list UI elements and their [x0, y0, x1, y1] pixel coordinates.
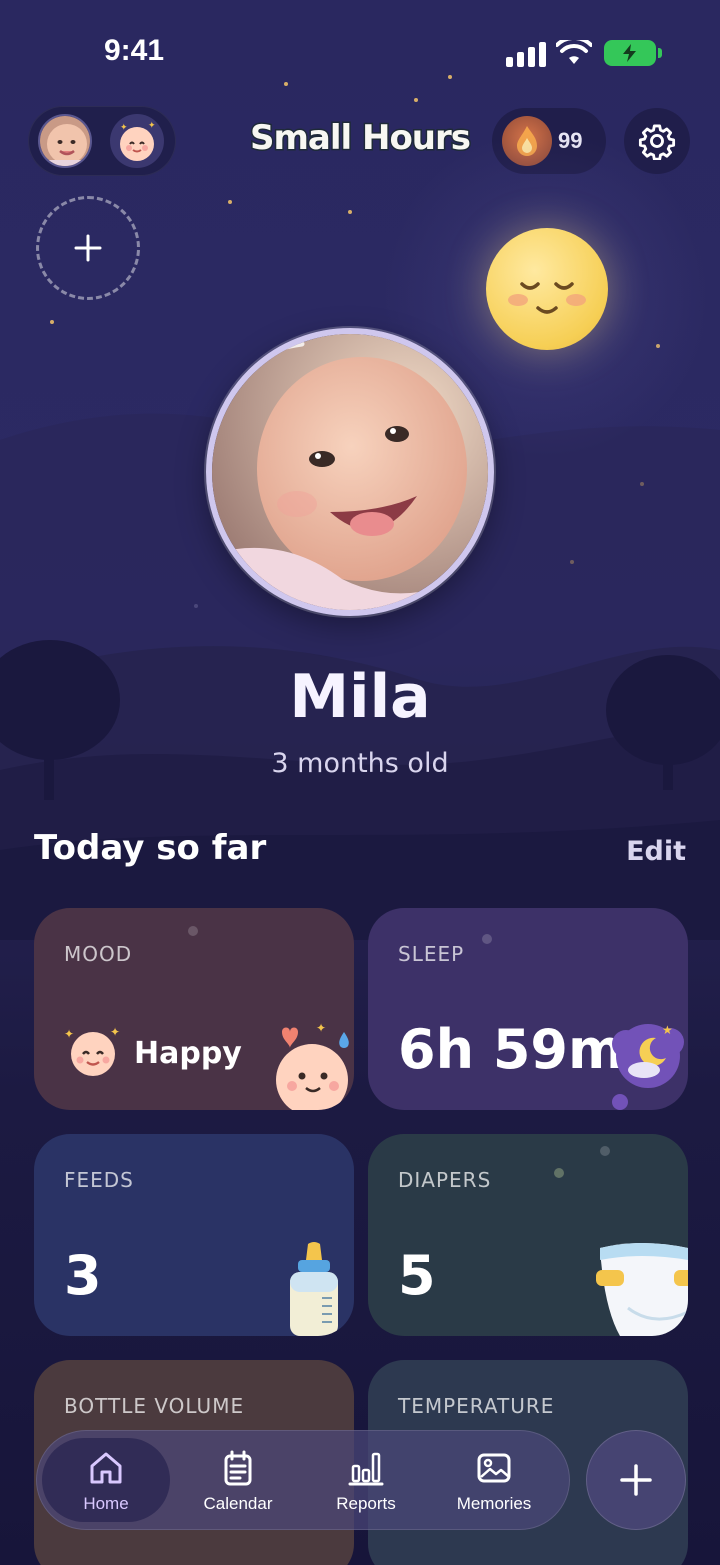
mood-value: Happy [134, 1036, 242, 1071]
bubble-decoration [188, 926, 198, 936]
home-icon [90, 1452, 122, 1484]
add-baby-button[interactable] [36, 196, 140, 300]
diapers-card[interactable]: DIAPERS 5 [368, 1134, 688, 1336]
sleep-card[interactable]: SLEEP 6h 59m ★ [368, 908, 688, 1110]
diapers-value: 5 [398, 1244, 436, 1307]
baby-age: 3 months old [271, 748, 449, 779]
card-label: DIAPERS [398, 1168, 492, 1192]
section-title: Today so far [34, 828, 267, 868]
svg-text:✦: ✦ [148, 121, 156, 131]
wifi-icon [556, 40, 592, 64]
svg-text:✦: ✦ [64, 1027, 74, 1041]
bubble-decoration [554, 1168, 564, 1178]
battery-icon [604, 40, 662, 66]
tab-calendar[interactable]: Calendar [174, 1438, 302, 1522]
sleeping-moon-icon [486, 228, 608, 350]
avatar-second-baby[interactable]: ✦ ✦ [110, 114, 164, 168]
card-label: BOTTLE VOLUME [64, 1394, 245, 1418]
svg-text:✦: ✦ [316, 1021, 326, 1035]
tab-home[interactable]: Home [42, 1438, 170, 1522]
tab-memories[interactable]: Memories [430, 1438, 558, 1522]
svg-text:✦: ✦ [120, 123, 128, 133]
card-label: TEMPERATURE [398, 1394, 555, 1418]
feeds-value: 3 [64, 1244, 102, 1307]
status-time: 9:41 [104, 34, 165, 67]
card-label: FEEDS [64, 1168, 134, 1192]
add-entry-button[interactable] [586, 1430, 686, 1530]
calendar-icon [224, 1450, 252, 1486]
sleep-value: 6h 59m [398, 1018, 625, 1081]
baby-profile-photo[interactable] [206, 328, 494, 616]
tab-label: Reports [336, 1494, 396, 1513]
profile-switcher[interactable]: ✦ ✦ [28, 106, 176, 176]
card-label: SLEEP [398, 942, 465, 966]
edit-button[interactable]: Edit [626, 836, 686, 867]
bubble-decoration [600, 1146, 610, 1156]
baby-name: Mila [289, 662, 431, 732]
avatar-mila[interactable] [38, 114, 92, 168]
tab-label: Memories [456, 1494, 532, 1513]
status-bar: 9:41 [0, 0, 720, 100]
star-decoration [348, 210, 352, 214]
sleep-cloud-icon: ★ [612, 1023, 684, 1110]
plus-icon [74, 234, 102, 262]
app-title: Small Hours [248, 117, 472, 160]
svg-text:★: ★ [662, 1023, 673, 1037]
baby-bottle-icon [290, 1242, 338, 1336]
mood-card[interactable]: MOOD ✦ ✦ Happy ✦ [34, 908, 354, 1110]
tab-reports[interactable]: Reports [302, 1438, 430, 1522]
memories-icon [477, 1453, 511, 1483]
plus-icon [620, 1464, 652, 1496]
reports-icon [348, 1452, 384, 1486]
star-decoration [228, 200, 232, 204]
baby-illustration-icon: ✦ [276, 1021, 349, 1110]
tab-label: Calendar [203, 1494, 273, 1513]
bottom-navigation: Home Calendar Reports Memories [36, 1430, 570, 1530]
gear-icon [638, 124, 676, 160]
diaper-icon [596, 1243, 688, 1336]
cellular-signal-icon [506, 42, 546, 67]
feeds-card[interactable]: FEEDS 3 [34, 1134, 354, 1336]
bubble-decoration [482, 934, 492, 944]
tab-label: Home [83, 1494, 129, 1513]
svg-text:✦: ✦ [110, 1025, 120, 1039]
star-decoration [50, 320, 54, 324]
card-label: MOOD [64, 942, 133, 966]
happy-face-icon: ✦ ✦ [64, 1025, 120, 1076]
